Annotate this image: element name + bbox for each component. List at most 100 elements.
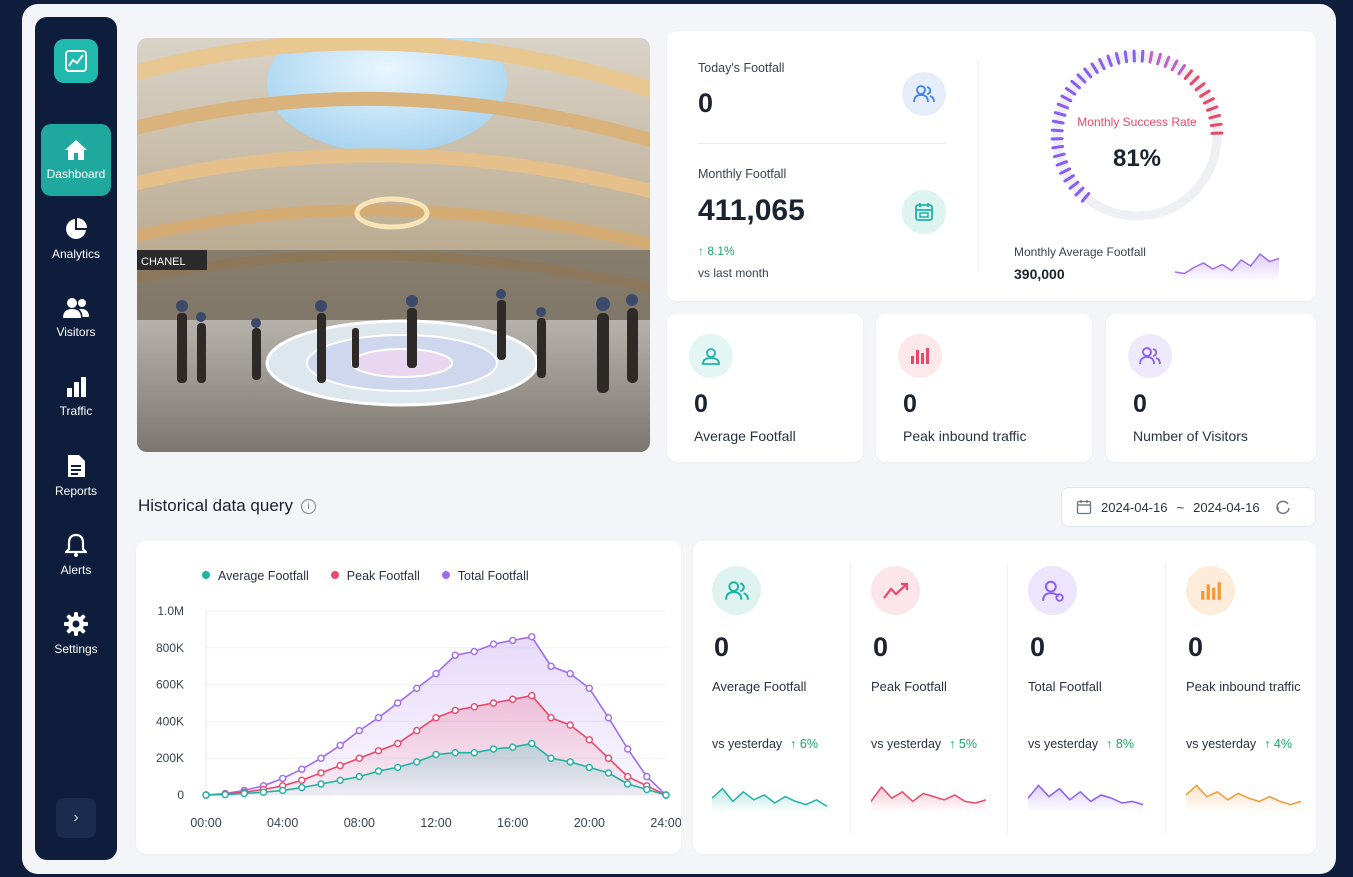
legend-item-peak[interactable]: Peak Footfall: [330, 569, 420, 583]
data-point[interactable]: [374, 767, 383, 775]
data-point[interactable]: [413, 726, 421, 735]
data-point[interactable]: [470, 702, 478, 711]
data-point[interactable]: [489, 699, 498, 707]
data-point[interactable]: [643, 785, 651, 794]
data-point[interactable]: [355, 772, 364, 781]
refresh-icon[interactable]: [1275, 499, 1291, 515]
sidebar-item-label: Reports: [54, 484, 98, 498]
average-footfall-card[interactable]: 0 Average Footfall: [667, 314, 863, 462]
data-point[interactable]: [547, 754, 555, 762]
sidebar-item-visitors[interactable]: Visitors: [41, 282, 111, 354]
data-point[interactable]: [336, 776, 344, 785]
data-point[interactable]: [394, 739, 402, 748]
stat-value: 0: [714, 632, 730, 662]
data-point[interactable]: [643, 772, 651, 781]
data-point[interactable]: [240, 789, 249, 798]
data-point[interactable]: [604, 769, 613, 777]
data-point[interactable]: [470, 748, 478, 757]
data-point[interactable]: [394, 763, 402, 772]
data-point[interactable]: [451, 748, 459, 757]
data-point[interactable]: [432, 750, 440, 759]
data-point[interactable]: [528, 691, 536, 700]
data-point[interactable]: [413, 758, 421, 766]
sidebar-item-label: Visitors: [56, 325, 96, 339]
trend-up-icon: [882, 582, 908, 599]
data-point[interactable]: [451, 706, 459, 715]
data-point[interactable]: [509, 695, 517, 704]
date-range-picker[interactable]: 2024-04-16 ~ 2024-04-16: [1061, 487, 1316, 527]
data-point[interactable]: [317, 769, 325, 777]
app-logo[interactable]: [54, 39, 98, 83]
monthly-change: ↑ 8.1%: [698, 244, 735, 258]
data-point[interactable]: [585, 763, 593, 772]
peak-inbound-icon-badge: [898, 334, 942, 378]
data-point[interactable]: [662, 791, 670, 799]
data-point[interactable]: [585, 736, 593, 744]
data-point[interactable]: [355, 726, 364, 735]
data-point[interactable]: [374, 747, 383, 755]
data-point[interactable]: [298, 765, 306, 773]
data-point[interactable]: [566, 721, 574, 729]
data-point[interactable]: [585, 684, 593, 693]
data-point[interactable]: [317, 780, 325, 788]
data-point[interactable]: [278, 774, 287, 783]
stat-icon-badge: [1028, 566, 1077, 615]
data-point[interactable]: [336, 761, 344, 770]
data-point[interactable]: [432, 669, 440, 678]
data-point[interactable]: [336, 741, 344, 750]
sidebar-item-settings[interactable]: Settings: [41, 598, 111, 670]
stat-peak-inbound[interactable]: 0 Peak inbound traffic vs yesterday ↑ 4%: [1186, 552, 1336, 832]
sidebar-item-alerts[interactable]: Alerts: [41, 519, 111, 591]
stat-total-footfall[interactable]: 0 Total Footfall vs yesterday ↑ 8%: [1028, 552, 1178, 832]
data-point[interactable]: [624, 780, 632, 788]
document-icon: [68, 455, 85, 477]
sidebar-collapse-button[interactable]: ›: [56, 798, 96, 838]
stat-average-footfall[interactable]: 0 Average Footfall vs yesterday ↑ 6%: [712, 552, 862, 832]
number-of-visitors-card[interactable]: 0 Number of Visitors: [1106, 314, 1316, 462]
data-point[interactable]: [259, 788, 268, 796]
stat-peak-footfall[interactable]: 0 Peak Footfall vs yesterday ↑ 5%: [871, 552, 1021, 832]
data-point[interactable]: [432, 713, 440, 722]
data-point[interactable]: [221, 790, 229, 799]
data-point[interactable]: [394, 699, 402, 707]
data-point[interactable]: [317, 754, 325, 762]
data-point[interactable]: [489, 640, 498, 648]
info-icon[interactable]: i: [300, 498, 316, 514]
data-point[interactable]: [278, 786, 287, 795]
success-rate-gauge: [1050, 49, 1224, 221]
data-point[interactable]: [547, 713, 555, 722]
data-point[interactable]: [528, 633, 536, 641]
data-point[interactable]: [355, 754, 364, 762]
data-point[interactable]: [566, 669, 574, 678]
data-point[interactable]: [451, 651, 459, 659]
date-from[interactable]: 2024-04-16: [1101, 500, 1168, 515]
data-point[interactable]: [202, 791, 210, 799]
legend-item-average[interactable]: Average Footfall: [202, 569, 309, 583]
data-point[interactable]: [624, 772, 632, 781]
legend-item-total[interactable]: Total Footfall: [441, 569, 529, 583]
data-point[interactable]: [528, 739, 536, 748]
data-point[interactable]: [298, 776, 306, 785]
data-point[interactable]: [509, 636, 517, 645]
sidebar-item-analytics[interactable]: Analytics: [41, 203, 111, 275]
data-point[interactable]: [604, 713, 613, 722]
sidebar-item-dashboard[interactable]: Dashboard: [41, 124, 111, 196]
data-point[interactable]: [413, 684, 421, 693]
data-point[interactable]: [624, 745, 632, 753]
data-point[interactable]: [604, 754, 613, 762]
data-point[interactable]: [547, 662, 555, 670]
sidebar-item-reports[interactable]: Reports: [41, 440, 111, 512]
data-point[interactable]: [566, 758, 574, 766]
sidebar-item-traffic[interactable]: Traffic: [41, 361, 111, 433]
sparkline-area: [1175, 254, 1279, 283]
y-tick-label: 200K: [156, 751, 184, 765]
peak-inbound-card[interactable]: 0 Peak inbound traffic: [876, 314, 1092, 462]
data-point[interactable]: [489, 745, 498, 753]
chart-logo-icon: [65, 50, 87, 72]
data-point[interactable]: [298, 783, 306, 792]
data-point[interactable]: [374, 713, 383, 722]
date-to[interactable]: 2024-04-16: [1193, 500, 1260, 515]
gauge-segment: [1140, 49, 1145, 63]
data-point[interactable]: [509, 743, 517, 751]
data-point[interactable]: [470, 647, 478, 656]
